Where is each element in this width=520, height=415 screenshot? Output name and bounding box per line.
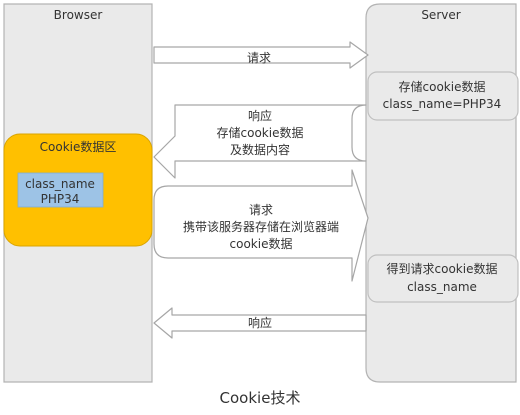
server-column bbox=[365, 3, 517, 383]
request-arrow-1-label: 请求 bbox=[247, 51, 271, 65]
server-storage-line1: 存储cookie数据 bbox=[399, 79, 486, 94]
browser-title: Browser bbox=[54, 8, 103, 22]
request-arrow-2-line2: 携带该服务器存储在浏览器端 bbox=[183, 219, 339, 234]
cookie-data-area-title: Cookie数据区 bbox=[40, 139, 117, 154]
response-arrow-2-label: 响应 bbox=[248, 315, 272, 330]
response-arrow-1-line1: 响应 bbox=[248, 108, 272, 123]
cookie-entry-value: PHP34 bbox=[41, 192, 80, 206]
server-receive-line1: 得到请求cookie数据 bbox=[387, 261, 498, 276]
response-arrow-1-line2: 存储cookie数据 bbox=[217, 125, 304, 140]
cookie-entry-name: class_name bbox=[25, 177, 95, 191]
cookie-diagram: Browser Server 存储cookie数据 class_name=PHP… bbox=[3, 3, 519, 407]
server-receive-line2: class_name bbox=[407, 280, 477, 294]
diagram-caption: Cookie技术 bbox=[220, 389, 301, 407]
server-title: Server bbox=[421, 8, 460, 22]
request-arrow-2-line1: 请求 bbox=[249, 203, 273, 217]
server-storage-line2: class_name=PHP34 bbox=[383, 97, 502, 111]
request-arrow-2-line3: cookie数据 bbox=[230, 236, 293, 251]
response-arrow-1-line3: 及数据内容 bbox=[230, 142, 290, 157]
